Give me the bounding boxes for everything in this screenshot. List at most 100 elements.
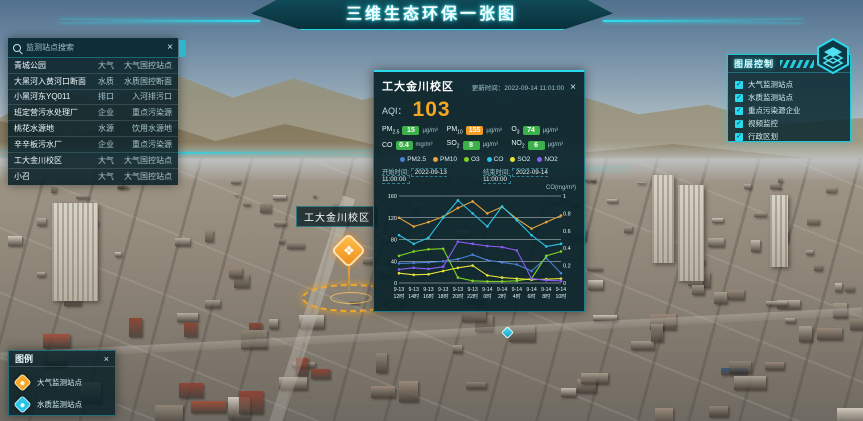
station-row[interactable]: 小黑河东YQ011 排口 入河排污口 [8,90,178,106]
search-input[interactable] [26,43,162,52]
station-name: 小黑河东YQ011 [14,91,98,102]
layers-icon[interactable] [815,38,851,74]
station-type: 企业 [98,107,120,118]
station-category: 大气国控站点 [120,155,172,166]
station-row[interactable]: 班定营污水处理厂 企业 重点污染源 [8,105,178,121]
station-row[interactable]: 辛辛板污水厂 企业 重点污染源 [8,137,178,153]
checkbox-icon[interactable]: ✓ [735,81,743,89]
layer-label: 重点污染源企业 [748,105,801,116]
pollutant-O3: O374μg/m³ [511,126,576,135]
checkbox-icon[interactable]: ✓ [735,107,743,115]
pollutant-PM10: PM10155μg/m³ [447,126,512,135]
station-row[interactable]: 小召 大气 大气国控站点 [8,169,178,185]
station-type-icon [13,373,31,391]
svg-text:12时: 12时 [394,292,405,300]
layer-toggle[interactable]: ✓行政区划 [735,130,843,143]
svg-text:9-14: 9-14 [497,287,507,293]
station-map-label[interactable]: 工大金川校区 [296,206,378,227]
station-name: 桃花水源地 [14,123,98,134]
svg-text:9-14: 9-14 [526,287,536,293]
layer-list: ✓大气监测站点✓水质监测站点✓重点污染源企业✓视频监控✓行政区划 [728,73,850,148]
legend-chip-NO2[interactable]: NO2 [537,156,557,163]
svg-text:0时: 0时 [483,292,491,300]
station-category: 重点污染源 [120,139,172,150]
update-time: 更新时间：2022-09-14 11:01:00 [472,82,564,92]
svg-text:0.6: 0.6 [563,229,571,235]
svg-text:160: 160 [388,194,397,200]
layer-label: 大气监测站点 [748,79,793,90]
close-icon[interactable]: × [570,82,576,93]
svg-text:0.2: 0.2 [563,263,571,269]
station-row[interactable]: 工大金川校区 大气 大气国控站点 [8,153,178,169]
page-title: 三维生态环保一张图 [0,0,863,30]
station-category: 大气国控站点 [120,60,172,71]
legend-chip-CO[interactable]: CO [487,156,504,163]
svg-text:9-13: 9-13 [438,287,448,293]
tall-building [678,185,704,281]
pollutant-SO2: SO28μg/m³ [447,140,512,149]
svg-text:0.8: 0.8 [563,211,571,217]
pollutant-trend-chart: 0408012016000.20.40.60.819-1312时9-1314时9… [382,191,576,314]
svg-text:6时: 6时 [528,292,536,300]
selection-ring-inner [330,292,372,304]
layer-toggle[interactable]: ✓ 大气监测站点 [735,78,843,91]
svg-text:4时: 4时 [513,292,521,300]
station-row[interactable]: 大黑河入黄河口断面 水质 水质国控断面 [8,74,178,90]
pollutant-grid: PM2.515μg/m³PM10155μg/m³O374μg/m³CO0.4mg… [382,126,576,150]
pollutant-value-badge: 74 [523,126,540,135]
aqi-label: AQI： [382,104,407,117]
station-category: 入河排污口 [120,91,172,102]
svg-text:9-13: 9-13 [394,287,404,293]
station-category: 饮用水源地 [120,123,172,134]
pollutant-value-badge: 8 [463,141,480,150]
pollutant-CO: CO0.4mg/m³ [382,140,447,149]
pollutant-NO2: NO26μg/m³ [511,140,576,149]
checkbox-icon[interactable]: ✓ [735,94,743,102]
svg-text:16时: 16时 [423,292,434,300]
svg-text:9-14: 9-14 [556,287,566,293]
svg-text:9-13: 9-13 [409,287,419,293]
checkbox-icon[interactable]: ✓ [735,133,743,141]
checkbox-icon[interactable]: ✓ [735,120,743,128]
legend-chip-PM10[interactable]: PM10 [433,156,457,163]
legend-chip-O3[interactable]: O3 [464,156,480,163]
legend-chip-SO2[interactable]: SO2 [510,156,530,163]
svg-text:9-13: 9-13 [467,287,477,293]
header-stripes-decoration [780,60,814,68]
station-list: 青城公园 大气 大气国控站点大黑河入黄河口断面 水质 水质国控断面小黑河东YQ0… [8,58,178,184]
legend-list: 大气监测站点水质监测站点 [9,367,115,419]
station-category: 大气国控站点 [120,171,172,182]
layer-toggle[interactable]: ✓水质监测站点 [735,91,843,104]
chart-legend: PM2.5 PM10 O3 CO SO2 NO2 [382,156,576,163]
svg-text:40: 40 [391,259,397,265]
legend-item: 大气监测站点 [16,371,108,393]
svg-text:9-14: 9-14 [512,287,522,293]
panel-collapse-handle[interactable] [179,40,186,57]
station-type: 水源 [98,123,120,134]
station-marker-icon: ❖ [340,243,358,261]
legend-item: 水质监测站点 [16,393,108,415]
pollutant-value-badge: 15 [402,126,419,135]
station-name: 青城公园 [14,60,98,71]
svg-text:18时: 18时 [438,292,449,300]
legend-chip-PM2.5[interactable]: PM2.5 [400,156,426,163]
close-icon[interactable]: × [104,354,109,364]
tall-building [770,195,788,267]
station-popup: 工大金川校区 更新时间：2022-09-14 11:01:00 × AQI： 1… [373,70,585,312]
station-row[interactable]: 青城公园 大气 大气国控站点 [8,58,178,74]
station-row[interactable]: 桃花水源地 水源 饮用水源地 [8,121,178,137]
station-list-panel: × 青城公园 大气 大气国控站点大黑河入黄河口断面 水质 水质国控断面小黑河东Y… [8,38,178,185]
layer-toggle[interactable]: ✓ 重点污染源企业 [735,104,843,117]
clear-search-icon[interactable]: × [167,43,173,53]
app-root: 三维生态环保一张图 ❖ 工大金川校区 × 青城公园 大气 大气国控站点大黑河入黄… [0,0,863,421]
svg-text:2时: 2时 [498,292,506,300]
station-type: 企业 [98,139,120,150]
layer-toggle[interactable]: ✓视频监控 [735,117,843,130]
station-type: 大气 [98,171,120,182]
svg-text:120: 120 [388,216,397,222]
station-name: 班定营污水处理厂 [14,107,98,118]
svg-text:10时: 10时 [556,292,567,300]
svg-text:20时: 20时 [452,292,463,300]
pollutant-value-badge: 0.4 [396,141,413,150]
pollutant-value-badge: 155 [466,126,484,135]
